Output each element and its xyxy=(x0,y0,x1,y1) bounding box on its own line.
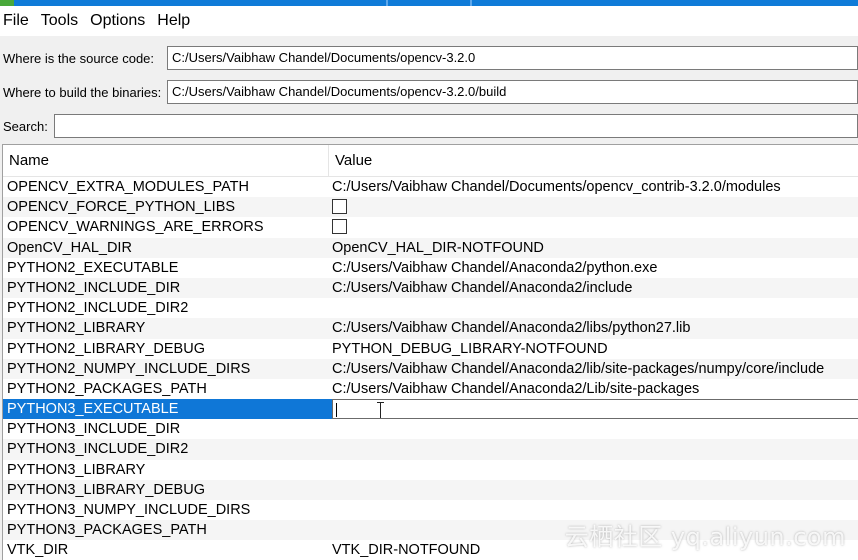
row-name: PYTHON3_INCLUDE_DIR xyxy=(7,421,181,438)
table-row[interactable]: PYTHON3_LIBRARY_DEBUG xyxy=(3,479,858,500)
row-name: OpenCV_HAL_DIR xyxy=(7,239,132,256)
column-header-name[interactable]: Name xyxy=(3,145,329,177)
menu-tools[interactable]: Tools xyxy=(37,6,86,36)
row-value[interactable]: PYTHON_DEBUG_LIBRARY-NOTFOUND xyxy=(332,339,858,359)
table-row[interactable]: PYTHON2_LIBRARY C:/Users/Vaibhaw Chandel… xyxy=(3,318,858,339)
table-row[interactable]: OPENCV_EXTRA_MODULES_PATH C:/Users/Vaibh… xyxy=(3,177,858,197)
table-row[interactable]: PYTHON3_INCLUDE_DIR2 xyxy=(3,439,858,460)
row-name: PYTHON3_NUMPY_INCLUDE_DIRS xyxy=(7,502,251,518)
menu-help[interactable]: Help xyxy=(153,6,198,36)
source-row: Where is the source code: C:/Users/Vaibh… xyxy=(0,45,858,71)
row-name: PYTHON3_PACKAGES_PATH xyxy=(7,522,207,539)
table-row[interactable]: PYTHON2_EXECUTABLE C:/Users/Vaibhaw Chan… xyxy=(3,258,858,278)
build-label: Where to build the binaries: xyxy=(3,84,162,100)
checkbox-unchecked-icon[interactable] xyxy=(332,199,347,215)
row-name: PYTHON3_EXECUTABLE xyxy=(7,401,179,418)
column-header-value[interactable]: Value xyxy=(329,145,858,177)
table-header: Name Value xyxy=(3,145,858,177)
row-name: OPENCV_EXTRA_MODULES_PATH xyxy=(7,179,249,195)
row-name: VTK_DIR xyxy=(7,542,69,559)
table-row[interactable]: PYTHON2_LIBRARY_DEBUG PYTHON_DEBUG_LIBRA… xyxy=(3,339,858,359)
row-name: PYTHON2_INCLUDE_DIR xyxy=(7,279,181,296)
table-row[interactable]: PYTHON2_INCLUDE_DIR2 xyxy=(3,298,858,318)
row-value[interactable]: C:/Users/Vaibhaw Chandel/Anaconda2/libs/… xyxy=(332,318,858,338)
row-name: OPENCV_FORCE_PYTHON_LIBS xyxy=(7,199,236,216)
row-name: PYTHON2_LIBRARY xyxy=(7,320,146,337)
row-name: PYTHON3_LIBRARY_DEBUG xyxy=(7,481,205,498)
watermark: 云栖社区 yq.aliyun.com xyxy=(564,523,846,551)
table-row[interactable]: PYTHON2_NUMPY_INCLUDE_DIRS C:/Users/Vaib… xyxy=(3,358,858,379)
row-name: PYTHON2_LIBRARY_DEBUG xyxy=(7,340,205,357)
menu-bar: File Tools Options Help xyxy=(0,6,858,36)
row-value[interactable]: C:/Users/Vaibhaw Chandel/Anaconda2/pytho… xyxy=(332,258,858,278)
table-row[interactable]: OPENCV_WARNINGS_ARE_ERRORS xyxy=(3,217,858,237)
row-name: OPENCV_WARNINGS_ARE_ERRORS xyxy=(7,219,264,236)
checkbox-unchecked-icon[interactable] xyxy=(332,219,347,235)
table-row[interactable]: PYTHON2_PACKAGES_PATH C:/Users/Vaibhaw C… xyxy=(3,379,858,399)
menu-options[interactable]: Options xyxy=(86,6,153,36)
build-path-input[interactable]: C:/Users/Vaibhaw Chandel/Documents/openc… xyxy=(167,80,858,104)
i-beam-cursor-icon xyxy=(377,402,384,419)
menu-file[interactable]: File xyxy=(0,6,37,36)
build-row: Where to build the binaries: C:/Users/Va… xyxy=(0,79,858,105)
table-row[interactable]: OpenCV_HAL_DIR OpenCV_HAL_DIR-NOTFOUND xyxy=(3,237,858,258)
cache-variables-table: Name Value OPENCV_EXTRA_MODULES_PATH C:/… xyxy=(2,144,858,560)
source-path-input[interactable]: C:/Users/Vaibhaw Chandel/Documents/openc… xyxy=(167,46,858,70)
row-name: PYTHON2_EXECUTABLE xyxy=(7,259,179,276)
search-input[interactable] xyxy=(54,114,858,138)
row-value[interactable]: C:/Users/Vaibhaw Chandel/Documents/openc… xyxy=(332,177,858,197)
row-name: PYTHON3_LIBRARY xyxy=(7,461,146,478)
source-label: Where is the source code: xyxy=(3,50,155,66)
row-value-editor[interactable] xyxy=(332,399,858,420)
row-name: PYTHON2_NUMPY_INCLUDE_DIRS xyxy=(7,360,251,377)
table-row[interactable]: PYTHON3_INCLUDE_DIR xyxy=(3,419,858,439)
search-row: Search: xyxy=(0,113,858,139)
row-name: PYTHON3_INCLUDE_DIR2 xyxy=(7,441,189,458)
table-row[interactable]: PYTHON2_INCLUDE_DIR C:/Users/Vaibhaw Cha… xyxy=(3,277,858,299)
row-value[interactable]: OpenCV_HAL_DIR-NOTFOUND xyxy=(332,238,858,258)
text-caret xyxy=(336,403,337,418)
row-value[interactable]: C:/Users/Vaibhaw Chandel/Anaconda2/Lib/s… xyxy=(332,379,858,399)
row-name: PYTHON2_INCLUDE_DIR2 xyxy=(7,300,189,317)
search-label: Search: xyxy=(3,118,48,134)
table-row[interactable]: OPENCV_FORCE_PYTHON_LIBS xyxy=(3,197,858,218)
table-row[interactable]: PYTHON3_LIBRARY xyxy=(3,460,858,480)
row-name: PYTHON2_PACKAGES_PATH xyxy=(7,380,207,397)
row-value[interactable]: C:/Users/Vaibhaw Chandel/Anaconda2/lib/s… xyxy=(332,359,858,379)
row-value[interactable]: C:/Users/Vaibhaw Chandel/Anaconda2/inclu… xyxy=(332,278,858,298)
table-row-selected[interactable]: PYTHON3_EXECUTABLE xyxy=(3,399,858,420)
table-body: OPENCV_EXTRA_MODULES_PATH C:/Users/Vaibh… xyxy=(3,177,858,560)
